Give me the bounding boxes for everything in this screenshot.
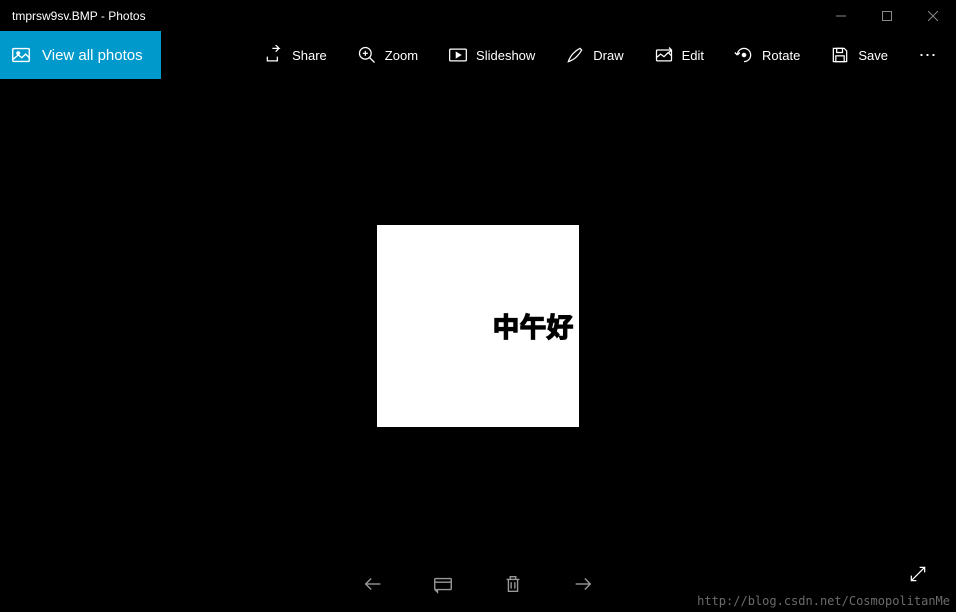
zoom-button[interactable]: Zoom: [353, 41, 422, 69]
collection-button[interactable]: [427, 568, 459, 600]
zoom-label: Zoom: [385, 48, 418, 63]
toolbar-actions: Share Zoom Slideshow Draw Edit: [260, 41, 956, 69]
slideshow-button[interactable]: Slideshow: [444, 41, 539, 69]
share-button[interactable]: Share: [260, 41, 331, 69]
share-icon: [264, 45, 284, 65]
view-all-label: View all photos: [42, 47, 143, 64]
slideshow-label: Slideshow: [476, 48, 535, 63]
save-label: Save: [858, 48, 888, 63]
image-viewer[interactable]: 中午好: [377, 225, 579, 427]
window-title: tmprsw9sv.BMP - Photos: [0, 9, 146, 23]
edit-button[interactable]: Edit: [650, 41, 708, 69]
image-text: 中午好: [493, 307, 574, 344]
save-icon: [830, 45, 850, 65]
save-button[interactable]: Save: [826, 41, 892, 69]
more-button[interactable]: ⋯: [914, 41, 942, 69]
rotate-label: Rotate: [762, 48, 800, 63]
edit-label: Edit: [682, 48, 704, 63]
share-label: Share: [292, 48, 327, 63]
previous-button[interactable]: [357, 568, 389, 600]
close-button[interactable]: [910, 0, 956, 31]
draw-icon: [565, 45, 585, 65]
delete-button[interactable]: [497, 568, 529, 600]
next-button[interactable]: [567, 568, 599, 600]
window-controls: [818, 0, 956, 31]
ellipsis-icon: ⋯: [919, 45, 938, 66]
photo-icon: [10, 44, 32, 66]
draw-button[interactable]: Draw: [561, 41, 627, 69]
rotate-button[interactable]: Rotate: [730, 41, 804, 69]
watermark: http://blog.csdn.net/CosmopolitanMe: [697, 594, 950, 608]
draw-label: Draw: [593, 48, 623, 63]
minimize-button[interactable]: [818, 0, 864, 31]
maximize-button[interactable]: [864, 0, 910, 31]
edit-icon: [654, 45, 674, 65]
rotate-icon: [734, 45, 754, 65]
view-all-photos-button[interactable]: View all photos: [0, 31, 161, 79]
zoom-icon: [357, 45, 377, 65]
fullscreen-button[interactable]: [904, 560, 932, 588]
slideshow-icon: [448, 45, 468, 65]
content-area: 中午好: [0, 79, 956, 612]
toolbar: View all photos Share Zoom Slideshow Dra: [0, 31, 956, 79]
titlebar: tmprsw9sv.BMP - Photos: [0, 0, 956, 31]
